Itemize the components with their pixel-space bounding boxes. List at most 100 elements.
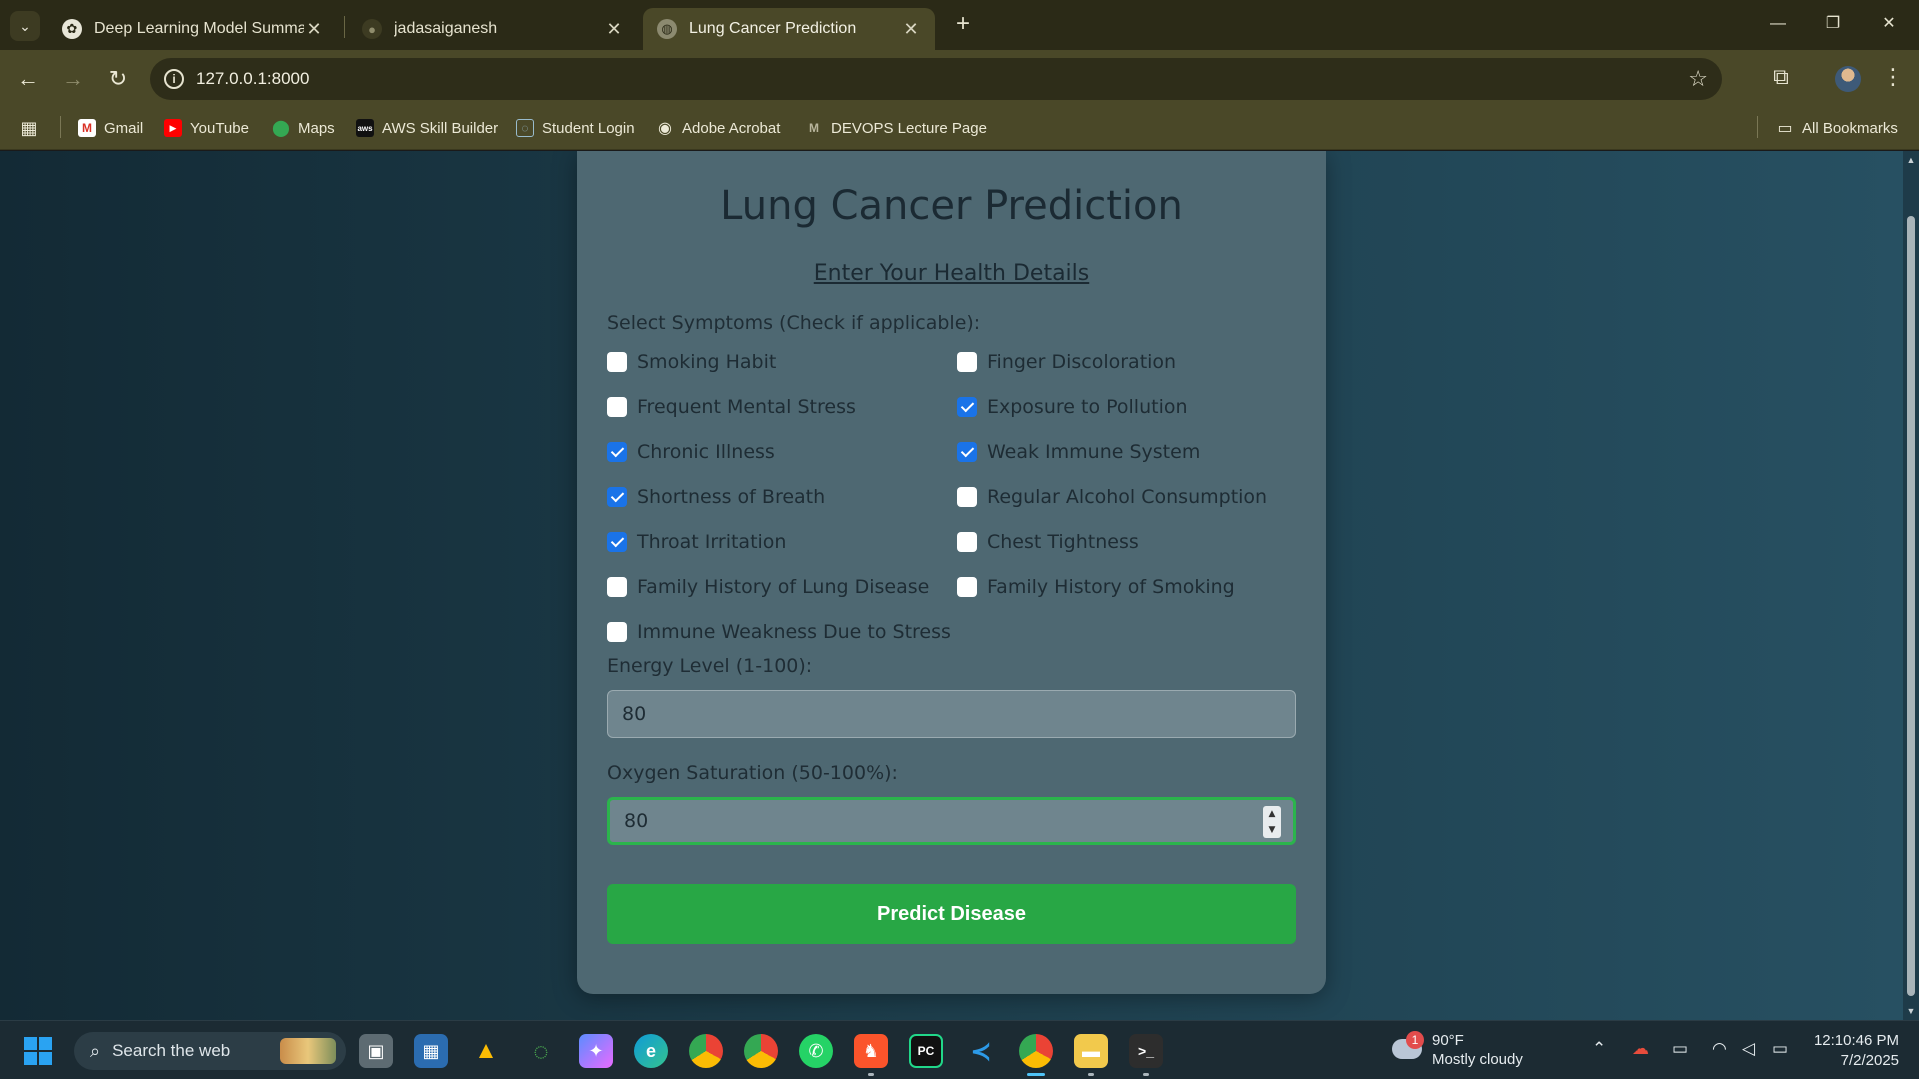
pycharm-icon[interactable]: PC	[909, 1034, 943, 1068]
windows-start-icon[interactable]	[24, 1037, 52, 1065]
checkbox-unchecked[interactable]	[607, 352, 627, 372]
edge-icon[interactable]: e	[634, 1034, 668, 1068]
symptom-checkbox-row[interactable]: Chest Tightness	[957, 531, 1139, 553]
apps-button[interactable]: ▦	[20, 118, 46, 138]
close-window-button[interactable]: ✕	[1866, 8, 1912, 40]
bookmark-maps[interactable]: ⬤ Maps	[272, 119, 335, 138]
terminal-icon[interactable]: >_	[1129, 1034, 1163, 1068]
restore-button[interactable]: ❐	[1810, 8, 1856, 40]
checkbox-checked[interactable]	[957, 442, 977, 462]
more-menu-icon[interactable]: ⋮	[1878, 64, 1908, 90]
site-info-icon[interactable]: i	[164, 69, 184, 89]
checkbox-unchecked[interactable]	[957, 487, 977, 507]
symptom-checkbox-row[interactable]: Regular Alcohol Consumption	[957, 486, 1267, 508]
all-bookmarks[interactable]: ▭ All Bookmarks	[1776, 119, 1897, 138]
checkbox-checked[interactable]	[607, 532, 627, 552]
bookmark-star-icon[interactable]: ☆	[1688, 66, 1708, 92]
bookmark-adobe[interactable]: ◉ Adobe Acrobat	[656, 119, 780, 138]
checkbox-unchecked[interactable]	[957, 577, 977, 597]
search-icon: ⌕	[90, 1040, 101, 1061]
symptom-checkbox-row[interactable]: Throat Irritation	[607, 531, 786, 553]
tab-github[interactable]: ● jadasaiganesh ✕	[348, 8, 638, 50]
weather-desc: Mostly cloudy	[1432, 1051, 1523, 1068]
checkbox-unchecked[interactable]	[607, 577, 627, 597]
taskbar-search[interactable]: ⌕ Search the web	[74, 1032, 346, 1070]
google-drive-icon[interactable]: ▲	[469, 1034, 503, 1068]
symptom-checkbox-row[interactable]: Chronic Illness	[607, 441, 775, 463]
close-tab-icon[interactable]: ✕	[901, 19, 921, 40]
symptom-checkbox-row[interactable]: Exposure to Pollution	[957, 396, 1188, 418]
back-button[interactable]: ←	[13, 65, 43, 95]
bookmark-youtube[interactable]: ▶ YouTube	[164, 119, 249, 137]
checkbox-unchecked[interactable]	[607, 622, 627, 642]
symptom-checkbox-row[interactable]: Smoking Habit	[607, 351, 776, 373]
display-icon[interactable]: ▭	[1672, 1039, 1688, 1059]
search-placeholder: Search the web	[112, 1041, 231, 1060]
battery-icon[interactable]: ▭	[1772, 1039, 1788, 1059]
chrome-profile-icon[interactable]	[744, 1034, 778, 1068]
bookmark-aws[interactable]: aws AWS Skill Builder	[356, 119, 498, 137]
symptom-checkbox-row[interactable]: Immune Weakness Due to Stress	[607, 621, 951, 643]
predict-button[interactable]: Predict Disease	[607, 884, 1296, 944]
bookmark-devops[interactable]: M DEVOPS Lecture Page	[805, 119, 987, 137]
brave-icon[interactable]: ♞	[854, 1034, 888, 1068]
system-clock[interactable]: 12:10:46 PM 7/2/2025	[1805, 1031, 1899, 1071]
checkbox-unchecked[interactable]	[957, 532, 977, 552]
symptom-checkbox-row[interactable]: Finger Discoloration	[957, 351, 1176, 373]
scroll-up-icon[interactable]: ▲	[1905, 155, 1917, 165]
store-icon[interactable]: ▦	[414, 1034, 448, 1068]
checkbox-unchecked[interactable]	[957, 352, 977, 372]
wifi-icon[interactable]: ◠	[1712, 1039, 1727, 1059]
forward-button[interactable]: →	[58, 65, 88, 95]
scroll-thumb[interactable]	[1907, 216, 1915, 996]
extensions-icon[interactable]: ⧉	[1766, 64, 1796, 90]
reload-button[interactable]: ↻	[103, 65, 133, 95]
spin-up-icon[interactable]: ▲	[1269, 809, 1276, 819]
tab-lung-cancer[interactable]: ◍ Lung Cancer Prediction ✕	[643, 8, 935, 50]
close-tab-icon[interactable]: ✕	[304, 19, 324, 40]
tab-deep-learning[interactable]: ✿ Deep Learning Model Summary ✕	[48, 8, 338, 50]
bookmark-gmail[interactable]: M Gmail	[78, 119, 143, 137]
spin-down-icon[interactable]: ▼	[1269, 825, 1276, 835]
checkbox-unchecked[interactable]	[607, 397, 627, 417]
symptom-label: Chronic Illness	[637, 441, 775, 463]
symptom-checkbox-row[interactable]: Shortness of Breath	[607, 486, 825, 508]
running-indicator	[1088, 1073, 1094, 1076]
whatsapp-icon[interactable]: ✆	[799, 1034, 833, 1068]
profile-avatar[interactable]	[1835, 66, 1861, 92]
new-tab-button[interactable]: +	[948, 10, 978, 40]
chevron-up-icon[interactable]: ⌃	[1592, 1039, 1606, 1059]
youtube-icon: ▶	[164, 119, 182, 137]
address-bar[interactable]: i 127.0.0.1:8000 ☆	[150, 58, 1722, 100]
github-icon: ●	[362, 19, 382, 39]
page-scrollbar[interactable]: ▲ ▼	[1903, 151, 1919, 1020]
tab-search-button[interactable]: ⌄	[10, 11, 40, 41]
close-tab-icon[interactable]: ✕	[604, 19, 624, 40]
bookmark-student-login[interactable]: ◌ Student Login	[516, 119, 635, 137]
oxygen-input[interactable]: 80 ▲ ▼	[607, 797, 1296, 845]
file-explorer-icon[interactable]: ▬	[1074, 1034, 1108, 1068]
checkbox-checked[interactable]	[607, 487, 627, 507]
vscode-icon[interactable]: ≺	[964, 1034, 998, 1068]
symptom-checkbox-row[interactable]: Family History of Lung Disease	[607, 576, 929, 598]
checkbox-checked[interactable]	[607, 442, 627, 462]
copilot-icon[interactable]: ✦	[579, 1034, 613, 1068]
volume-icon[interactable]: ◁	[1742, 1039, 1755, 1059]
energy-input[interactable]: 80	[607, 690, 1296, 738]
refresh-app-icon[interactable]: ◌	[524, 1034, 558, 1068]
symptom-label: Smoking Habit	[637, 351, 777, 373]
minimize-button[interactable]: —	[1755, 8, 1801, 40]
plus-icon: +	[955, 10, 970, 37]
scroll-down-icon[interactable]: ▼	[1905, 1006, 1917, 1016]
onedrive-error-icon[interactable]: ☁	[1632, 1039, 1649, 1059]
number-spinner[interactable]: ▲ ▼	[1263, 806, 1281, 838]
url-text[interactable]: 127.0.0.1:8000	[196, 69, 309, 89]
task-view-icon[interactable]: ▣	[359, 1034, 393, 1068]
chrome-active-icon[interactable]	[1019, 1034, 1053, 1068]
symptom-checkbox-row[interactable]: Weak Immune System	[957, 441, 1200, 463]
bookmark-divider	[60, 116, 61, 138]
symptom-checkbox-row[interactable]: Frequent Mental Stress	[607, 396, 856, 418]
chrome-icon[interactable]	[689, 1034, 723, 1068]
checkbox-checked[interactable]	[957, 397, 977, 417]
symptom-checkbox-row[interactable]: Family History of Smoking	[957, 576, 1235, 598]
